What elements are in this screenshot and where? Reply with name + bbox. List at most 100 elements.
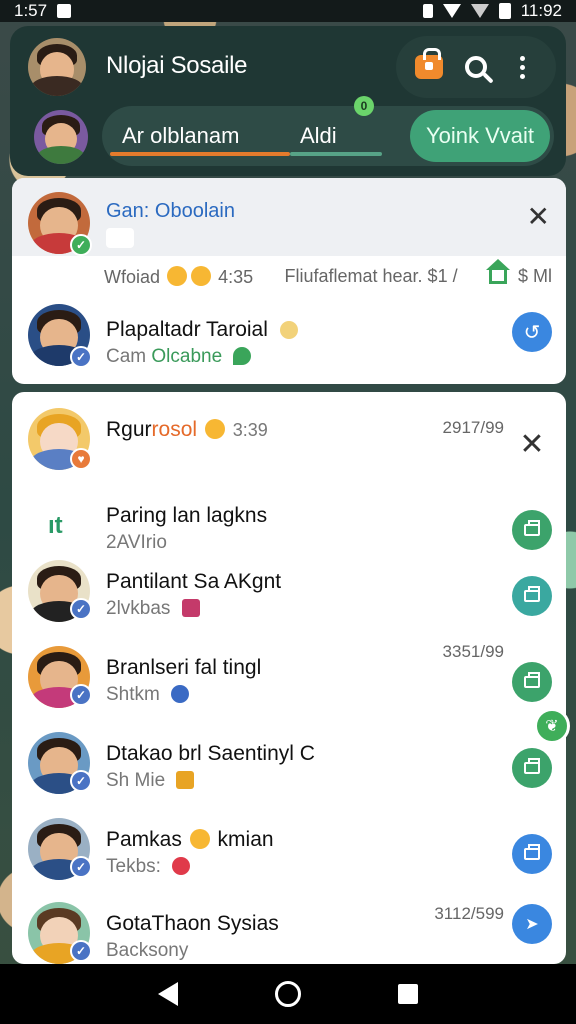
verified-badge-icon: ✓ — [70, 234, 92, 256]
pinned-chat-name: Gan: Oboolain — [106, 200, 235, 222]
verified-badge-icon: ✓ — [70, 856, 92, 878]
list-item[interactable]: ✓ Branlseri fal tingl Shtkm 3351/99 — [12, 636, 566, 722]
app-header: Nlojai Sosaile Ar olblanam Aldi 0 Yoink … — [10, 26, 566, 176]
system-nav-bar — [0, 964, 576, 1024]
chat-time: 3112/599 — [434, 904, 504, 923]
chat-name: Pamkas kmian — [106, 828, 274, 852]
gallery-icon — [57, 4, 72, 18]
search-button[interactable] — [458, 49, 494, 85]
close-icon[interactable]: ✕ — [512, 424, 552, 464]
reply-button[interactable]: ↺ — [512, 312, 552, 352]
bag-button[interactable] — [411, 48, 447, 85]
tab-badge: 0 — [354, 96, 374, 116]
chat-list: ♥ Rgurrosol 3:39 2917/99 ✕ ıt Paring lan… — [12, 392, 566, 964]
calendar-icon — [524, 758, 540, 774]
search-icon — [464, 56, 487, 78]
header-actions — [396, 36, 556, 98]
chat-name: Paring lan lagkns — [106, 504, 268, 527]
recents-icon[interactable] — [397, 984, 418, 1004]
status-bar: 1:57 11:92 — [0, 0, 576, 22]
verified-badge-icon: ✓ — [70, 770, 92, 792]
tab-label: Ar olblanam — [122, 123, 240, 148]
chat-name: Dtakao brl Saentinyl C — [106, 742, 315, 765]
subtitle-text: 2lvkbas — [106, 598, 171, 619]
chat-name-text: Pamkas — [106, 828, 182, 851]
more-vert-icon — [520, 55, 526, 79]
list-item[interactable]: ✓ Pantilant Sa AKgnt 2lvkbas — [12, 550, 566, 636]
send-button[interactable]: ➤ — [512, 904, 552, 944]
chat-inline-time: 3:39 — [232, 420, 268, 440]
emoji-icon — [167, 266, 188, 286]
more-options-button[interactable] — [505, 49, 541, 85]
subtitle-accent: Olcabne — [151, 346, 223, 367]
chat-name[interactable]: Plapaltadr Taroial — [106, 318, 298, 342]
bag-icon — [415, 48, 444, 79]
verified-badge-icon: ✓ — [70, 940, 92, 962]
mute-icon — [422, 4, 433, 18]
pinned-chat-row[interactable] — [12, 178, 566, 256]
chat-subtitle: Cam Olcabne — [106, 346, 252, 368]
emoji-icon — [204, 419, 225, 439]
list-item[interactable]: ♥ Rgurrosol 3:39 2917/99 ✕ — [12, 398, 566, 484]
calendar-button[interactable] — [512, 662, 552, 702]
battery-icon — [498, 3, 511, 19]
verified-badge-icon: ✓ — [70, 684, 92, 706]
globe-icon — [171, 685, 190, 703]
chat-name: GotaThaon Sysias — [106, 912, 279, 935]
app-title: Nlojai Sosaile — [106, 52, 248, 79]
chat-time: 2917/99 — [442, 418, 504, 437]
meta-time: 4:35 — [218, 267, 254, 287]
tab-second[interactable]: Aldi — [300, 106, 337, 166]
avatar-body-shape — [30, 76, 84, 96]
calendar-button[interactable] — [512, 510, 552, 550]
heart-badge-icon: ♥ — [70, 448, 92, 470]
avatar-body-shape — [36, 145, 86, 164]
secondary-avatar[interactable] — [34, 110, 88, 164]
tab-indicator — [110, 152, 290, 156]
tab-third[interactable]: Yoink Vvait — [409, 110, 550, 162]
reply-field[interactable] — [106, 228, 134, 248]
chat-subtitle: 2lvkbas — [106, 598, 200, 620]
subtitle-text: Sh Mie — [106, 770, 166, 791]
tab-label: Yoink Vvait — [425, 123, 534, 148]
chat-name: Branlseri fal tingl — [106, 656, 262, 679]
meta-right-text: Fliufaflemat hear. $1 / — [284, 266, 458, 286]
verified-badge-icon: ✓ — [70, 598, 92, 620]
profile-avatar[interactable] — [28, 38, 86, 96]
home-nav-icon[interactable] — [274, 981, 301, 1007]
chat-name-accent: rosol — [151, 418, 198, 441]
calendar-button[interactable] — [512, 748, 552, 788]
heart-icon — [172, 857, 191, 875]
close-icon[interactable]: ✕ — [527, 200, 550, 233]
tab-label: Aldi — [300, 123, 337, 148]
chat-subtitle: Shtkm — [106, 684, 190, 706]
subtitle-text: Tekbs: — [106, 856, 161, 877]
app-logo-icon: ıt — [48, 512, 63, 539]
tab-first[interactable]: Ar olblanam — [122, 106, 239, 166]
back-icon[interactable] — [158, 982, 179, 1006]
chat-subtitle: Backsony — [106, 940, 189, 961]
calendar-icon — [524, 520, 540, 536]
signal-icon — [470, 4, 489, 18]
emoji-icon — [189, 829, 210, 849]
list-item[interactable]: ✓ Dtakao brl Saentinyl C Sh Mie — [12, 722, 566, 808]
cross-icon — [181, 599, 200, 617]
meta-prefix: Wfoiad — [104, 267, 161, 287]
pinned-card: ✓ Gan: Oboolain ✕ Wfoiad 4:35 Fliufaflem… — [12, 178, 566, 384]
floating-leaf-icon[interactable]: ❦ — [534, 708, 570, 744]
status-time-left: 1:57 — [14, 1, 48, 20]
leaf-icon — [233, 347, 252, 365]
home-icon — [485, 259, 510, 284]
calendar-icon — [524, 672, 540, 688]
chat-name: Pantilant Sa AKgnt — [106, 570, 282, 593]
subtitle-prefix: Cam — [106, 346, 147, 367]
calendar-button[interactable] — [512, 576, 552, 616]
calendar-button[interactable] — [512, 834, 552, 874]
box-icon — [176, 771, 195, 789]
chat-name-text: Plapaltadr Taroial — [106, 318, 268, 341]
chat-subtitle: Sh Mie — [106, 770, 195, 792]
calendar-icon — [524, 586, 540, 602]
list-item[interactable]: ✓ Pamkas kmian Tekbs: — [12, 808, 566, 894]
chat-time: 3351/99 — [442, 642, 504, 661]
emoji-icon — [191, 266, 212, 286]
